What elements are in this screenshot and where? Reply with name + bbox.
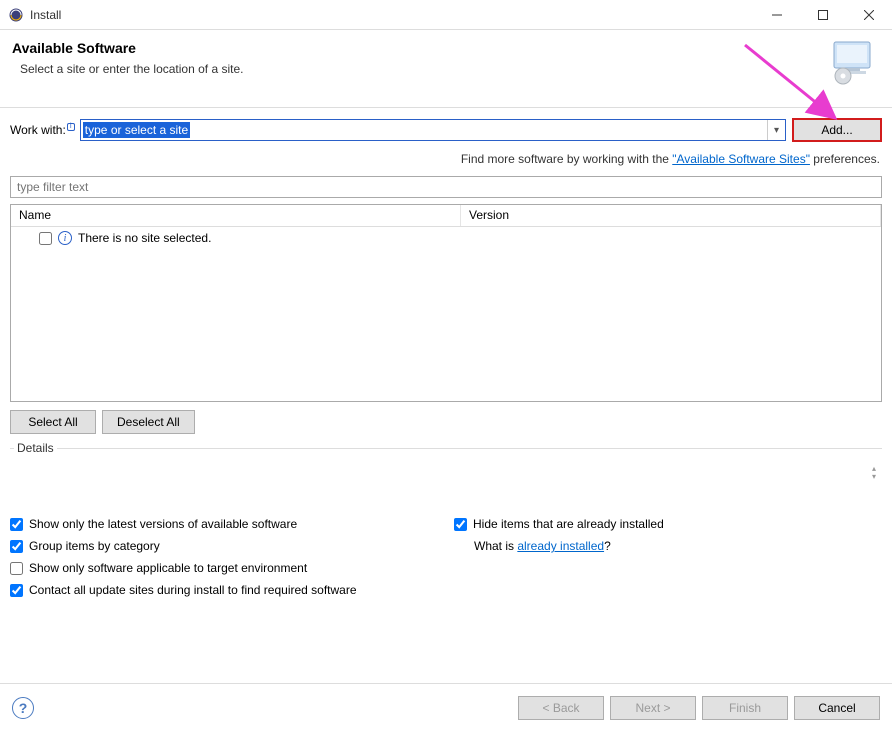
checkbox-hide-installed[interactable]: [454, 518, 467, 531]
whatis-text: What is already installed?: [474, 539, 882, 553]
workwith-label: Work with:i: [10, 123, 74, 137]
check-contact-sites[interactable]: Contact all update sites during install …: [10, 583, 882, 597]
wizard-footer: ? < Back Next > Finish Cancel: [0, 683, 892, 731]
window-title: Install: [30, 8, 61, 22]
back-button[interactable]: < Back: [518, 696, 604, 720]
column-name[interactable]: Name: [11, 205, 461, 226]
filter-input[interactable]: [10, 176, 882, 198]
field-info-icon: i: [67, 123, 75, 131]
check-group-category[interactable]: Group items by category: [10, 539, 438, 553]
already-installed-link[interactable]: already installed: [517, 539, 604, 553]
cancel-button[interactable]: Cancel: [794, 696, 880, 720]
check-show-latest[interactable]: Show only the latest versions of availab…: [10, 517, 438, 531]
maximize-button[interactable]: [800, 0, 846, 30]
workwith-placeholder: type or select a site: [83, 122, 190, 138]
software-tree[interactable]: Name Version i There is no site selected…: [10, 204, 882, 402]
available-sites-link[interactable]: "Available Software Sites": [672, 152, 810, 166]
info-icon: i: [58, 231, 72, 245]
close-button[interactable]: [846, 0, 892, 30]
next-button[interactable]: Next >: [610, 696, 696, 720]
deselect-all-button[interactable]: Deselect All: [102, 410, 195, 434]
page-title: Available Software: [12, 40, 243, 56]
tree-row-checkbox[interactable]: [39, 232, 52, 245]
column-version[interactable]: Version: [461, 205, 881, 226]
tree-empty-message: There is no site selected.: [78, 231, 211, 245]
titlebar: Install: [0, 0, 892, 30]
details-label: Details: [14, 441, 57, 455]
details-spinner[interactable]: ▴ ▾: [866, 465, 882, 481]
check-hide-installed[interactable]: Hide items that are already installed: [454, 517, 882, 531]
hint-text: Find more software by working with the "…: [10, 146, 882, 176]
page-subtitle: Select a site or enter the location of a…: [20, 62, 243, 76]
check-show-applicable[interactable]: Show only software applicable to target …: [10, 561, 438, 575]
checkbox-show-applicable[interactable]: [10, 562, 23, 575]
spinner-down-icon[interactable]: ▾: [866, 473, 882, 481]
wizard-header: Available Software Select a site or ente…: [0, 30, 892, 108]
checkbox-show-latest[interactable]: [10, 518, 23, 531]
install-banner-icon: [828, 38, 876, 86]
checkbox-contact-sites[interactable]: [10, 584, 23, 597]
help-icon[interactable]: ?: [12, 697, 34, 719]
details-body: ▴ ▾: [10, 465, 882, 501]
finish-button[interactable]: Finish: [702, 696, 788, 720]
workwith-combo[interactable]: type or select a site ▾: [80, 119, 786, 141]
add-button[interactable]: Add...: [792, 118, 882, 142]
tree-header: Name Version: [11, 205, 881, 227]
select-all-button[interactable]: Select All: [10, 410, 96, 434]
eclipse-icon: [8, 7, 24, 23]
minimize-button[interactable]: [754, 0, 800, 30]
chevron-down-icon[interactable]: ▾: [767, 120, 785, 140]
tree-empty-row: i There is no site selected.: [11, 227, 881, 249]
checkbox-group-category[interactable]: [10, 540, 23, 553]
details-group: Details ▴ ▾: [10, 448, 882, 501]
